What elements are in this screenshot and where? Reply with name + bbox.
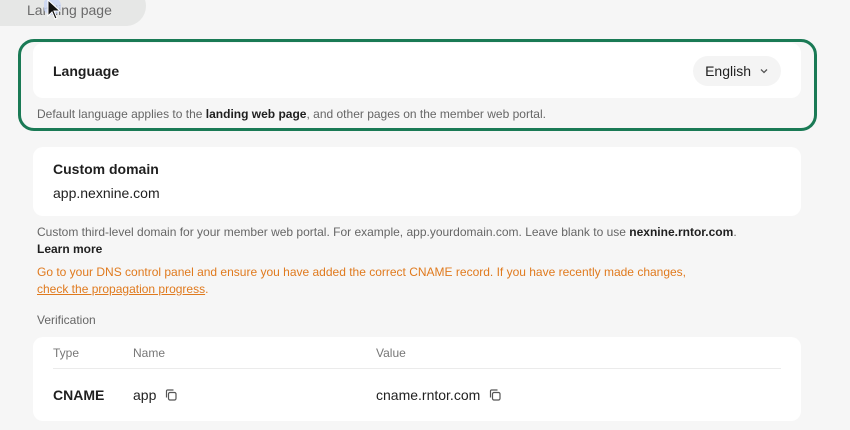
copy-icon[interactable]	[488, 388, 502, 402]
dns-warning-text: Go to your DNS control panel and ensure …	[37, 265, 687, 296]
column-header-value: Value	[376, 346, 406, 360]
record-value: cname.rntor.com	[376, 387, 502, 403]
default-domain-emphasis: nexnine.rntor.com	[629, 225, 734, 239]
language-highlight-outline	[18, 39, 817, 131]
record-type: CNAME	[53, 387, 105, 403]
learn-more-link[interactable]: Learn more	[37, 242, 102, 256]
record-name: app	[133, 387, 178, 403]
copy-icon[interactable]	[164, 388, 178, 402]
custom-domain-input[interactable]: app.nexnine.com	[53, 185, 160, 201]
custom-domain-help-text: Custom third-level domain for your membe…	[37, 225, 737, 256]
table-header-divider	[53, 368, 781, 369]
verification-table: Type Name Value CNAME app cname.rntor.co…	[33, 337, 801, 421]
propagation-progress-link[interactable]: check the propagation progress	[37, 282, 205, 296]
verification-label: Verification	[37, 313, 96, 327]
tab-label: Landing page	[27, 2, 112, 18]
column-header-name: Name	[133, 346, 166, 360]
column-header-type: Type	[53, 346, 80, 360]
tab-landing-page[interactable]: Landing page	[0, 0, 146, 26]
custom-domain-card: Custom domain app.nexnine.com	[33, 147, 801, 216]
mouse-cursor-icon	[44, 0, 62, 20]
custom-domain-title: Custom domain	[53, 161, 159, 177]
